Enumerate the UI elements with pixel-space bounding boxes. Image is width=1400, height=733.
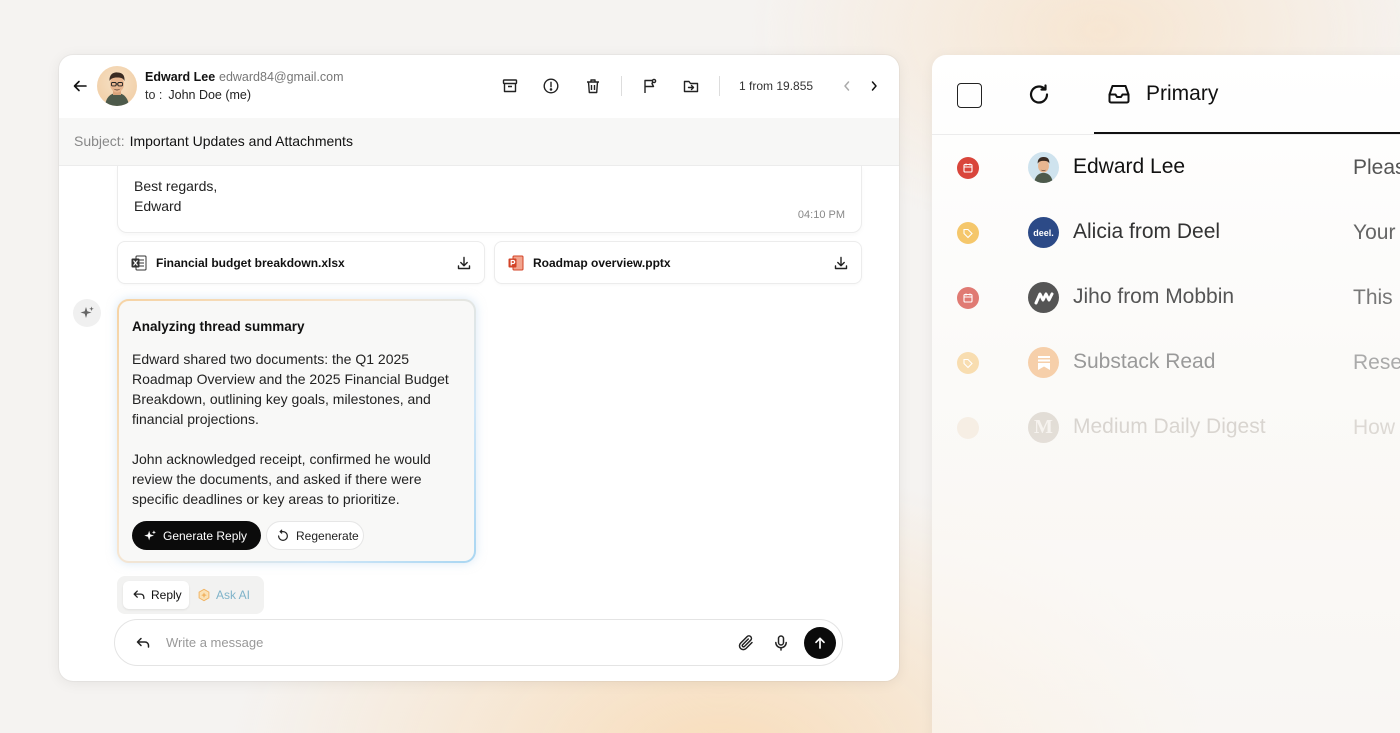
tab-reply-label: Reply <box>151 588 182 602</box>
ai-sparkle-badge <box>73 299 101 327</box>
toolbar-divider <box>621 76 622 96</box>
send-button[interactable] <box>804 627 836 659</box>
attachment-xlsx[interactable]: Financial budget breakdown.xlsx <box>117 241 485 284</box>
ask-ai-icon <box>198 588 210 602</box>
flag-icon[interactable] <box>640 76 660 96</box>
reply-mode-tabs: Reply Ask AI <box>117 576 264 614</box>
regenerate-label: Regenerate <box>296 528 359 543</box>
download-icon[interactable] <box>456 255 472 271</box>
message-line: Best regards, <box>134 178 218 194</box>
generate-reply-button[interactable]: Generate Reply <box>132 521 261 550</box>
ai-summary-paragraph: Edward shared two documents: the Q1 2025… <box>132 349 467 429</box>
trash-icon[interactable] <box>583 76 603 96</box>
attachment-name: Financial budget breakdown.xlsx <box>156 255 345 270</box>
recipient-name: John Doe (me) <box>168 88 252 102</box>
tag-icon <box>957 222 979 244</box>
row-sender: Alicia from Deel <box>1073 220 1221 243</box>
attachment-pptx[interactable]: Roadmap overview.pptx <box>494 241 862 284</box>
subject-bar: Subject: Important Updates and Attachment… <box>59 118 899 166</box>
inbox-row[interactable]: Jiho from Mobbin This <box>932 277 1400 317</box>
powerpoint-file-icon <box>507 254 525 272</box>
summary-line: John acknowledged receipt, confirmed he … <box>132 451 431 467</box>
excel-file-icon <box>130 254 148 272</box>
chevron-left-icon[interactable] <box>837 76 857 96</box>
row-preview: Pleas <box>1353 156 1400 179</box>
summary-line: review the documents, and asked if there… <box>132 471 422 487</box>
medium-logo: M <box>1028 412 1059 443</box>
tag-icon <box>957 417 979 439</box>
inbox-row[interactable]: deel. Alicia from Deel Your <box>932 212 1400 252</box>
subject-text: Important Updates and Attachments <box>129 133 353 149</box>
row-sender: Medium Daily Digest <box>1073 415 1266 438</box>
back-arrow-icon[interactable] <box>71 77 89 95</box>
message-line: Edward <box>134 198 182 214</box>
sender-avatar <box>1028 152 1059 183</box>
substack-logo <box>1028 347 1059 378</box>
inbox-row[interactable]: Edward Lee Pleas <box>932 147 1400 187</box>
mobbin-logo <box>1028 282 1059 313</box>
calendar-tag-icon <box>957 157 979 179</box>
message-composer: Write a message <box>114 619 843 666</box>
summary-line: Breakdown, outlining key goals, mileston… <box>132 391 431 407</box>
sender-email: edward84@gmail.com <box>219 70 344 84</box>
summary-line: specific deadlines or key areas to prior… <box>132 491 400 507</box>
inbox-row[interactable]: Substack Read Rese <box>932 342 1400 382</box>
sender-name: Edward Lee <box>145 70 216 84</box>
archive-icon[interactable] <box>500 76 520 96</box>
deel-logo: deel. <box>1028 217 1059 248</box>
report-spam-icon[interactable] <box>541 76 561 96</box>
summary-line: Roadmap Overview and the 2025 Financial … <box>132 371 449 387</box>
row-preview: This <box>1353 286 1393 309</box>
ai-summary-title: Analyzing thread summary <box>132 319 305 334</box>
chevron-right-icon[interactable] <box>864 76 884 96</box>
tab-ask-ai[interactable]: Ask AI <box>195 581 250 609</box>
ai-summary-card: Analyzing thread summary Edward shared t… <box>117 299 476 563</box>
message-body: Best regards, Edward 04:10 PM <box>117 166 862 233</box>
message-timestamp: 04:10 PM <box>797 209 845 221</box>
email-detail-card: Edward Lee edward84@gmail.com to : John D… <box>59 55 899 681</box>
toolbar-divider <box>719 76 720 96</box>
recipient-row: to : John Doe (me) <box>145 88 251 102</box>
attachment-name: Roadmap overview.pptx <box>533 255 671 270</box>
refresh-icon <box>278 529 288 541</box>
regenerate-button[interactable]: Regenerate <box>266 521 364 550</box>
generate-reply-label: Generate Reply <box>163 528 248 543</box>
inbox-icon <box>1108 85 1130 104</box>
ai-summary-paragraph: John acknowledged receipt, confirmed he … <box>132 449 467 509</box>
sender-avatar <box>97 66 137 106</box>
calendar-tag-icon <box>957 287 979 309</box>
reply-icon[interactable] <box>135 635 151 651</box>
refresh-icon[interactable] <box>1026 82 1052 108</box>
tab-reply[interactable]: Reply <box>123 581 189 609</box>
tab-primary[interactable]: Primary <box>1106 81 1218 107</box>
arrow-up-icon <box>815 637 825 649</box>
message-counter: 1 from 19.855 <box>739 79 814 93</box>
microphone-icon[interactable] <box>772 634 790 652</box>
to-label: to : <box>145 88 163 102</box>
reply-icon <box>133 590 145 600</box>
message-input[interactable]: Write a message <box>166 635 263 650</box>
sparkle-icon <box>80 306 94 318</box>
sparkle-icon <box>144 529 156 540</box>
row-preview: Your <box>1353 221 1396 244</box>
row-preview: How <box>1353 416 1396 439</box>
select-all-checkbox[interactable] <box>957 83 982 108</box>
inbox-row[interactable]: M Medium Daily Digest How <box>932 407 1400 447</box>
summary-line: financial projections. <box>132 411 259 427</box>
subject-label: Subject: <box>74 133 125 149</box>
divider <box>932 134 1400 135</box>
row-preview: Rese <box>1353 351 1400 374</box>
row-sender: Substack Read <box>1073 350 1216 373</box>
tab-primary-label: Primary <box>1146 82 1219 105</box>
paperclip-icon[interactable] <box>737 634 755 652</box>
summary-line: Edward shared two documents: the Q1 2025 <box>132 351 410 367</box>
inbox-panel: Primary Edward Lee Pleas deel. Alicia fr… <box>932 55 1400 733</box>
download-icon[interactable] <box>833 255 849 271</box>
email-header: Edward Lee edward84@gmail.com to : John D… <box>59 55 899 118</box>
row-sender: Jiho from Mobbin <box>1073 285 1235 308</box>
tab-ask-ai-label: Ask AI <box>216 588 251 602</box>
row-sender: Edward Lee <box>1073 155 1186 178</box>
tag-icon <box>957 352 979 374</box>
move-to-folder-icon[interactable] <box>681 76 701 96</box>
